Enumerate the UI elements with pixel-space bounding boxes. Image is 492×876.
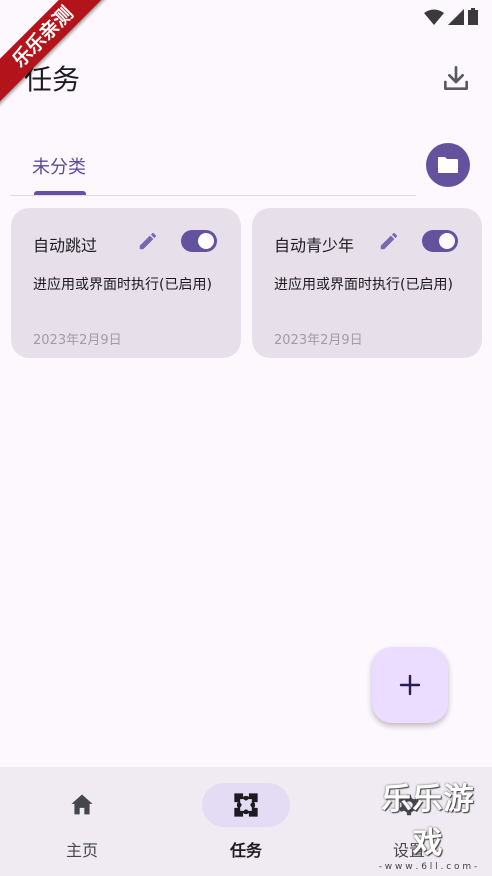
task-date: 2023年2月9日 <box>33 333 122 348</box>
status-icons <box>424 8 478 25</box>
toggle-knob <box>439 233 455 249</box>
task-enable-toggle[interactable] <box>181 230 217 252</box>
task-title: 自动跳过 <box>33 236 98 255</box>
nav-item-home[interactable]: 主页 <box>22 767 142 876</box>
add-task-button[interactable] <box>372 647 448 723</box>
tab-uncategorized[interactable]: 未分类 <box>32 153 86 179</box>
task-description: 进应用或界面时执行(已启用) <box>274 277 453 293</box>
tab-bar: 未分类 <box>10 138 416 196</box>
task-title: 自动青少年 <box>274 236 355 255</box>
edit-icon[interactable] <box>137 230 159 252</box>
folder-icon <box>438 157 458 173</box>
watermark-logo: 乐乐游戏 <box>381 782 475 861</box>
home-icon <box>71 794 93 815</box>
nav-label-home: 主页 <box>65 841 98 860</box>
battery-icon <box>468 8 478 25</box>
tab-indicator <box>34 191 86 195</box>
folder-button[interactable] <box>426 143 470 187</box>
task-date: 2023年2月9日 <box>274 333 363 348</box>
download-icon <box>444 66 468 90</box>
nav-label-tasks: 任务 <box>229 841 262 860</box>
app-bar: 任务 <box>0 56 492 104</box>
watermark: 乐乐游戏 - w w w . 6 l l . c o m - <box>368 774 488 872</box>
download-button[interactable] <box>440 62 472 94</box>
plus-icon <box>399 674 421 696</box>
toggle-knob <box>198 233 214 249</box>
task-description: 进应用或界面时执行(已启用) <box>33 277 212 293</box>
watermark-url: - w w w . 6 l l . c o m - <box>378 862 478 872</box>
wifi-icon <box>424 9 444 25</box>
task-card[interactable]: 自动青少年 进应用或界面时执行(已启用) 2023年2月9日 <box>252 208 482 358</box>
task-card[interactable]: 自动跳过 进应用或界面时执行(已启用) 2023年2月9日 <box>11 208 241 358</box>
task-enable-toggle[interactable] <box>422 230 458 252</box>
nav-item-tasks[interactable]: 任务 <box>186 767 306 876</box>
tasks-icon <box>234 793 258 817</box>
signal-icon <box>448 8 464 25</box>
edit-icon[interactable] <box>378 230 400 252</box>
